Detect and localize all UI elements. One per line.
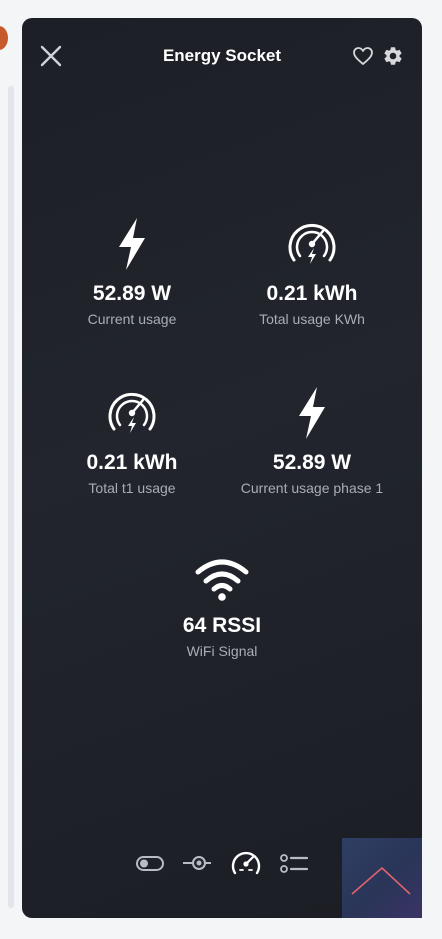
nav-list-button[interactable] [278,848,310,878]
gauge-icon [108,392,156,433]
tile-current-usage-phase-1[interactable]: 52.89 W Current usage phase 1 [212,385,412,497]
tile-label: WiFi Signal [186,643,258,659]
tile-value: 0.21 kWh [86,451,178,474]
tile-value: 52.89 W [92,282,172,305]
scrollbar[interactable] [8,86,14,908]
nav-slider-button[interactable] [180,848,214,878]
tile-value: 64 RSSI [182,614,262,637]
tile-label: Total usage KWh [259,311,365,327]
tile-label: Current usage [87,311,177,327]
tile-wifi-signal[interactable]: 64 RSSI WiFi Signal [122,556,322,660]
toggle-icon [136,856,164,871]
nav-gauge-button[interactable] [230,848,262,878]
gauge-icon [231,851,261,875]
tile-total-t1-usage[interactable]: 0.21 kWh Total t1 usage [32,385,232,497]
favorite-button[interactable] [352,46,374,66]
chevron-up-icon [351,867,411,895]
tile-value: 52.89 W [272,451,352,474]
gear-icon [384,47,402,65]
heart-icon [353,47,373,65]
slider-icon [183,856,211,870]
lightning-icon [119,218,145,270]
tile-value: 0.21 kWh [266,282,358,305]
nav-toggle-button[interactable] [134,848,166,878]
tile-current-usage[interactable]: 52.89 W Current usage [32,216,232,328]
gauge-icon [288,223,336,264]
page: Energy Socket 52.89 W Current usage 0.21… [0,0,442,939]
wifi-icon [195,559,249,601]
list-icon [280,854,309,873]
tile-total-usage-kwh[interactable]: 0.21 kWh Total usage KWh [212,216,412,328]
tile-label: Current usage phase 1 [240,480,384,496]
lightning-icon [299,387,325,439]
settings-button[interactable] [382,45,404,67]
device-card: Energy Socket 52.89 W Current usage 0.21… [22,18,422,918]
scroll-top-button[interactable] [342,838,422,918]
tile-label: Total t1 usage [88,480,176,496]
avatar[interactable] [0,26,8,50]
card-header: Energy Socket [22,18,422,94]
